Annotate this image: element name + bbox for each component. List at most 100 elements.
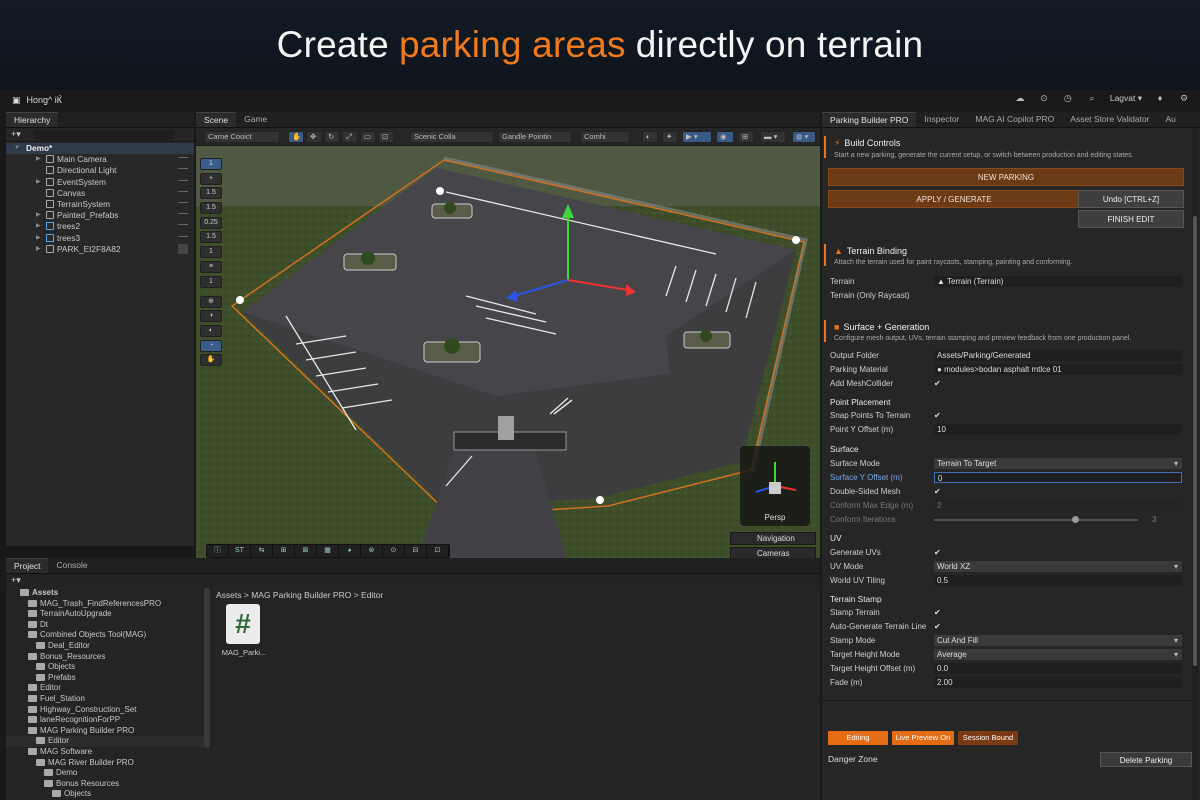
csharp-file-icon[interactable]: #: [226, 604, 260, 644]
vtool-11[interactable]: ◐: [200, 324, 222, 337]
vtool-3[interactable]: 1.5: [200, 202, 222, 215]
conform-iter-slider[interactable]: [934, 516, 1138, 523]
list-item[interactable]: ▶ Painted_Prefabs: [6, 210, 194, 221]
list-item[interactable]: TerrainAutoUpgrade: [6, 609, 204, 620]
list-item[interactable]: ▶ trees2: [6, 221, 194, 232]
uv-mode-select[interactable]: World XZ: [934, 561, 1182, 572]
ptool-3[interactable]: ⊞: [273, 545, 295, 557]
list-item[interactable]: Directional Light: [6, 165, 194, 176]
list-item[interactable]: ▶ EventSystem: [6, 177, 194, 188]
terrain-raycast-toggle[interactable]: Terrain (Only Raycast): [830, 291, 910, 300]
vtool-10[interactable]: ◑: [200, 310, 222, 323]
list-item[interactable]: ▶ trees3: [6, 233, 194, 244]
list-item[interactable]: Objects: [6, 662, 204, 673]
scale-tool-button[interactable]: ⤢: [342, 131, 358, 143]
list-item[interactable]: MAG River Builder PRO: [6, 758, 204, 769]
vtool-5[interactable]: 1.5: [200, 231, 222, 244]
tab-asset-validator[interactable]: Asset Store Validator: [1062, 112, 1157, 127]
ptool-0[interactable]: ⓘ: [207, 545, 229, 557]
point-y-input[interactable]: 10: [934, 424, 1182, 435]
navigation-button[interactable]: Navigation: [730, 532, 816, 545]
hierarchy-search-input[interactable]: [34, 130, 174, 140]
list-item[interactable]: Prefabs: [6, 673, 204, 684]
gizmos-dropdown[interactable]: ◍ ▾: [792, 131, 816, 143]
vtool-0[interactable]: 1: [200, 158, 222, 170]
combi-dropdown[interactable]: Comhi: [580, 131, 630, 143]
list-item[interactable]: MAG Parking Builder PRO: [6, 726, 204, 737]
hand-tool-button[interactable]: ✋: [288, 131, 304, 143]
list-item[interactable]: ▶ PARK_EI2F8A82: [6, 243, 194, 255]
tab-project[interactable]: Project: [6, 558, 49, 573]
vtool-8[interactable]: 1: [200, 275, 222, 288]
stamp-mode-select[interactable]: Cut And Fill: [934, 635, 1182, 646]
list-item[interactable]: Editor: [6, 736, 204, 747]
ptool-2[interactable]: ⇆: [251, 545, 273, 557]
tab-console[interactable]: Console: [48, 558, 95, 573]
render-dropdown[interactable]: ▬ ▾: [760, 131, 786, 143]
list-item[interactable]: Dt: [6, 620, 204, 631]
snap-checkbox[interactable]: ✔: [934, 411, 943, 420]
settings-icon[interactable]: ⚙: [1178, 92, 1190, 104]
list-item[interactable]: laneRecognitionForPP: [6, 715, 204, 726]
apply-generate-button[interactable]: APPLY / GENERATE: [828, 190, 1080, 208]
height-mode-select[interactable]: Average: [934, 649, 1182, 660]
list-item[interactable]: TerrainSystem: [6, 199, 194, 210]
vtool-1[interactable]: +: [200, 172, 222, 185]
material-field[interactable]: ● modules>bodan asphalt mtlce 01: [934, 364, 1182, 375]
tab-au[interactable]: Au: [1158, 112, 1184, 127]
orientation-gizmo[interactable]: Persp: [740, 446, 810, 526]
account-dropdown[interactable]: Lagvat ▾: [1110, 93, 1142, 104]
vtool-13[interactable]: ✋: [200, 354, 222, 367]
ptool-9[interactable]: ⊟: [405, 545, 427, 557]
list-item[interactable]: Assets: [6, 588, 204, 599]
list-item[interactable]: Bonus Resources: [6, 779, 204, 790]
vtool-6[interactable]: 1: [200, 246, 222, 259]
tab-hierarchy[interactable]: Hierarchy: [6, 112, 59, 127]
ptool-8[interactable]: ⊙: [383, 545, 405, 557]
collider-checkbox[interactable]: ✔: [934, 379, 943, 388]
tab-ai-copilot[interactable]: MAG AI Copilot PRO: [967, 112, 1062, 127]
vtool-9[interactable]: ⊕: [200, 295, 222, 308]
list-item[interactable]: Highway_Construction_Set: [6, 705, 204, 716]
vtool-4[interactable]: 0.25: [200, 216, 222, 229]
conform-edge-input[interactable]: 2: [934, 500, 1182, 511]
transform-tool-button[interactable]: ⊡: [378, 131, 394, 143]
ptool-7[interactable]: ⊛: [361, 545, 383, 557]
vtool-7[interactable]: ≡: [200, 260, 222, 273]
tab-parking-builder[interactable]: Parking Builder PRO: [822, 112, 917, 127]
list-item[interactable]: Objects: [6, 789, 204, 800]
tab-game[interactable]: Game: [236, 112, 275, 127]
tab-scene[interactable]: Scene: [196, 112, 237, 127]
cloud-icon[interactable]: ☁: [1014, 92, 1026, 104]
fx-toggle[interactable]: ◉: [716, 131, 734, 143]
ptool-5[interactable]: ▦: [317, 545, 339, 557]
slider-knob[interactable]: [1071, 516, 1079, 523]
grid-toggle[interactable]: ⊞: [738, 131, 754, 143]
height-offset-input[interactable]: 0.0: [934, 663, 1182, 674]
ptool-10[interactable]: ⊡: [427, 545, 449, 557]
list-item[interactable]: Demo: [6, 768, 204, 779]
surface-mode-select[interactable]: Terrain To Target: [934, 458, 1182, 469]
ptool-4[interactable]: ⊠: [295, 545, 317, 557]
list-item[interactable]: MAG Software: [6, 747, 204, 758]
uv-tiling-input[interactable]: 0.5: [934, 575, 1182, 586]
add-icon[interactable]: +▾: [11, 575, 21, 586]
fade-input[interactable]: 2.00: [934, 677, 1182, 688]
output-folder-input[interactable]: Assets/Parking/Generated: [934, 350, 1182, 361]
project-scrollbar[interactable]: [204, 588, 210, 748]
stamp-checkbox[interactable]: ✔: [934, 608, 943, 617]
list-item[interactable]: MAG_Trash_FindReferencesPRO: [6, 599, 204, 610]
add-icon[interactable]: +▾: [11, 129, 21, 140]
persp-label[interactable]: Persp: [740, 513, 810, 522]
list-item[interactable]: Deal_Editor: [6, 641, 204, 652]
surface-y-input[interactable]: 0: [934, 472, 1182, 483]
scroll-thumb[interactable]: [1193, 216, 1197, 666]
double-sided-checkbox[interactable]: ✔: [934, 487, 943, 496]
vtool-2[interactable]: 1.5: [200, 187, 222, 200]
list-item[interactable]: Editor: [6, 683, 204, 694]
auto-gen-checkbox[interactable]: ✔: [934, 622, 943, 631]
terrain-field[interactable]: ▲ Terrain (Terrain): [934, 276, 1182, 287]
rotate-tool-button[interactable]: ↻: [324, 131, 340, 143]
vtool-12[interactable]: ◔: [200, 339, 222, 352]
finish-edit-button[interactable]: FINISH EDIT: [1078, 210, 1184, 228]
